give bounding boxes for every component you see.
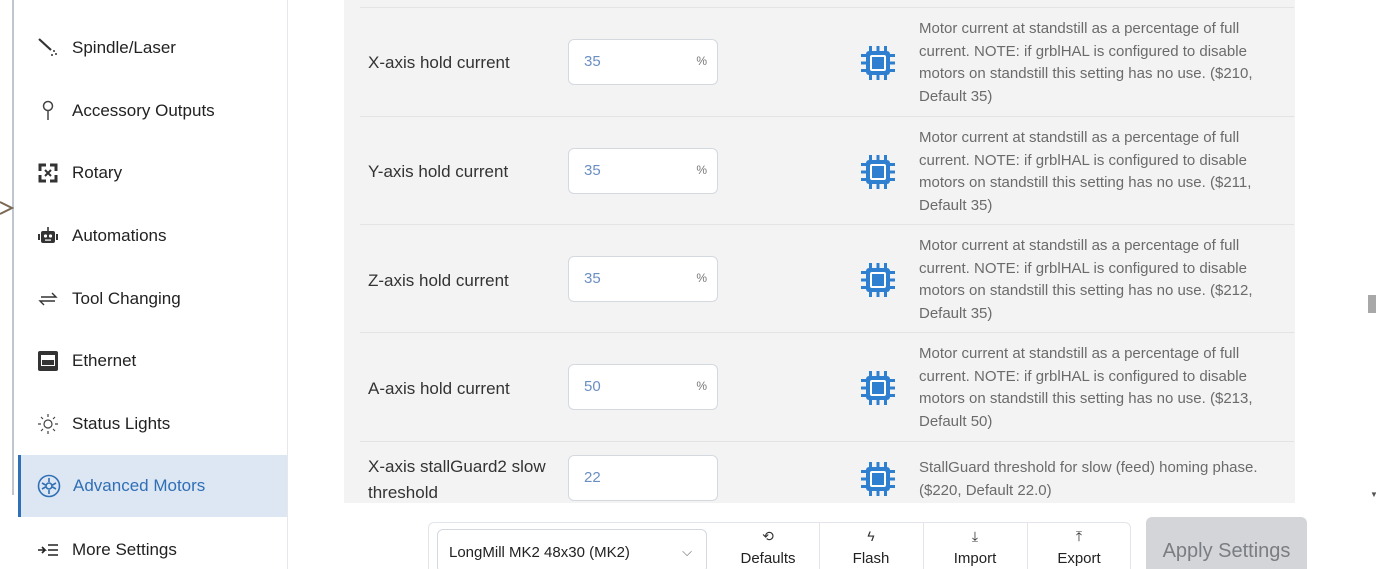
sidebar-item-label: Ethernet — [72, 351, 137, 370]
sidebar-item-label: Automations — [72, 226, 167, 245]
chip-icon — [861, 46, 895, 80]
apply-settings-button[interactable]: Apply Settings — [1146, 517, 1307, 569]
robot-icon — [36, 224, 60, 248]
setting-label: Y-axis hold current — [368, 162, 509, 181]
input-value: 50 — [584, 378, 601, 395]
export-button[interactable]: ⤒ Export — [1028, 523, 1130, 569]
rotary-icon — [36, 161, 60, 185]
swap-arrows-icon — [36, 287, 60, 311]
spindle-laser-icon — [36, 36, 60, 60]
chip-icon — [861, 462, 895, 496]
unit-label: % — [696, 379, 707, 393]
chevron-down-icon: ⌵ — [682, 544, 692, 559]
unit-label: % — [696, 163, 707, 177]
chip-icon — [861, 263, 895, 297]
setting-description: Motor current at standstill as a percent… — [919, 237, 1253, 322]
y-hold-current-input[interactable]: 35 % — [568, 148, 718, 194]
sidebar-item-automations[interactable]: Automations — [18, 205, 287, 267]
setting-row-a-hold-current: A-axis hold current 50 % Motor current a… — [360, 332, 1294, 440]
setting-label: Z-axis hold current — [368, 271, 509, 290]
chip-icon — [861, 371, 895, 405]
z-hold-current-input[interactable]: 35 % — [568, 256, 718, 302]
more-settings-icon — [36, 538, 60, 562]
x-hold-current-input[interactable]: 35 % — [568, 39, 718, 85]
machine-profile-select[interactable]: LongMill MK2 48x30 (MK2) ⌵ — [437, 529, 707, 569]
defaults-button[interactable]: ⟲ Defaults — [717, 523, 819, 569]
motor-icon — [37, 474, 61, 498]
sidebar-item-label: Spindle/Laser — [72, 38, 176, 57]
x-stallguard-slow-input[interactable]: 22 — [568, 455, 718, 501]
scroll-down-icon[interactable]: ▼ — [1370, 490, 1376, 499]
sidebar-divider — [12, 0, 14, 495]
sidebar-item-ethernet[interactable]: Ethernet — [18, 330, 287, 392]
import-icon: ⤓ — [971, 528, 979, 544]
sidebar-item-label: More Settings — [72, 540, 177, 559]
sidebar: Spindle/Laser Accessory Outputs Rotary A… — [0, 0, 288, 569]
chip-icon — [861, 155, 895, 189]
sidebar-item-advanced-motors[interactable]: Advanced Motors — [18, 455, 287, 517]
sidebar-item-label: Advanced Motors — [73, 476, 206, 495]
setting-label: A-axis hold current — [368, 379, 510, 398]
bottom-toolbar: LongMill MK2 48x30 (MK2) ⌵ ⟲ Defaults ϟ … — [428, 522, 1131, 569]
setting-row-x-stallguard-slow: X-axis stallGuard2 slow threshold 22 Sta… — [360, 441, 1294, 503]
setting-row-y-hold-current: Y-axis hold current 35 % Motor current a… — [360, 116, 1294, 224]
unit-label: % — [696, 271, 707, 285]
undo-icon: ⟲ — [762, 528, 774, 544]
sidebar-item-tool-changing[interactable]: Tool Changing — [18, 268, 287, 330]
accessory-outputs-icon — [36, 99, 60, 123]
sun-icon — [36, 412, 60, 436]
sidebar-item-spindle-laser[interactable]: Spindle/Laser — [18, 17, 287, 79]
sidebar-item-rotary[interactable]: Rotary — [18, 142, 287, 204]
unit-label: % — [696, 54, 707, 68]
sidebar-item-label: Tool Changing — [72, 289, 181, 308]
setting-row-z-hold-current: Z-axis hold current 35 % Motor current a… — [360, 224, 1294, 332]
bolt-icon: ϟ — [867, 528, 875, 544]
flash-button[interactable]: ϟ Flash — [820, 523, 922, 569]
setting-label: X-axis stallGuard2 slow threshold — [368, 457, 546, 502]
collapse-handle-icon[interactable] — [0, 198, 14, 218]
sidebar-item-status-lights[interactable]: Status Lights — [18, 393, 287, 455]
input-value: 22 — [584, 469, 601, 486]
sidebar-item-label: Status Lights — [72, 414, 171, 433]
setting-label: X-axis hold current — [368, 53, 510, 72]
setting-description: Motor current at standstill as a percent… — [919, 20, 1253, 105]
ethernet-icon — [36, 349, 60, 373]
sidebar-item-label: Accessory Outputs — [72, 101, 215, 120]
setting-description: Motor current at standstill as a percent… — [919, 345, 1253, 430]
setting-description: Motor current at standstill as a percent… — [919, 129, 1252, 214]
a-hold-current-input[interactable]: 50 % — [568, 364, 718, 410]
setting-description: StallGuard threshold for slow (feed) hom… — [919, 459, 1258, 499]
settings-panel: X-axis hold current 35 % Motor current a… — [344, 0, 1295, 503]
selected-profile: LongMill MK2 48x30 (MK2) — [449, 544, 630, 561]
input-value: 35 — [584, 162, 601, 179]
import-button[interactable]: ⤓ Import — [924, 523, 1026, 569]
input-value: 35 — [584, 53, 601, 70]
input-value: 35 — [584, 270, 601, 287]
sidebar-item-more-settings[interactable]: More Settings — [18, 519, 287, 569]
scrollbar-thumb[interactable] — [1368, 295, 1376, 313]
sidebar-item-accessory-outputs[interactable]: Accessory Outputs — [18, 80, 287, 142]
sidebar-item-label: Rotary — [72, 163, 123, 182]
setting-row-x-hold-current: X-axis hold current 35 % Motor current a… — [360, 7, 1294, 115]
export-icon: ⤒ — [1075, 528, 1083, 544]
